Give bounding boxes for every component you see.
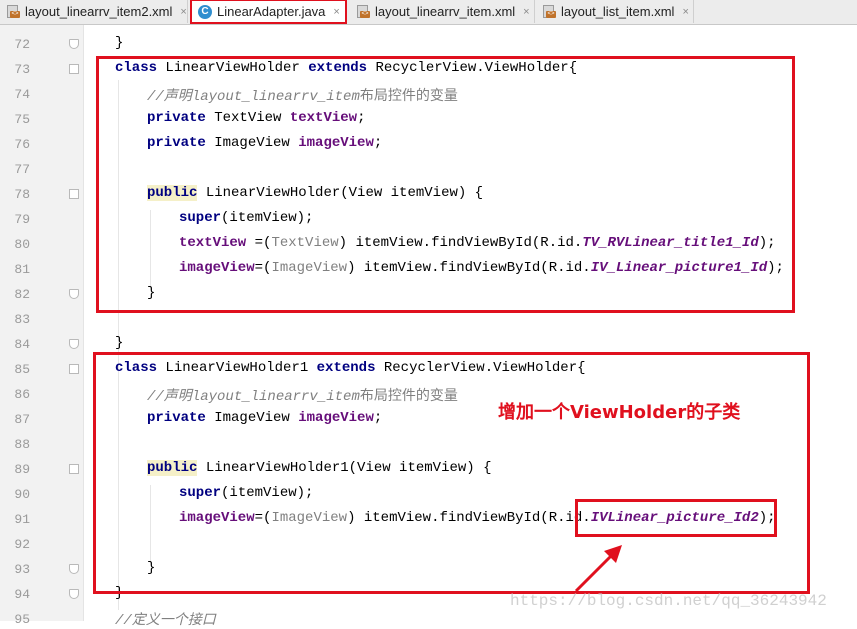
line-number: 93 — [14, 562, 30, 577]
line-number: 76 — [14, 137, 30, 152]
line-number: 95 — [14, 612, 30, 627]
line-number: 92 — [14, 537, 30, 552]
close-icon[interactable]: × — [523, 6, 529, 18]
tab-linear-adapter[interactable]: C LinearAdapter.java × — [190, 0, 347, 24]
line-number: 75 — [14, 112, 30, 127]
fold-start-icon[interactable] — [69, 64, 79, 74]
tab-label: layout_list_item.xml — [561, 4, 675, 19]
fold-end-icon[interactable] — [69, 589, 79, 599]
fold-start-icon[interactable] — [69, 189, 79, 199]
close-icon[interactable]: × — [180, 6, 186, 18]
tab-label: layout_linearrv_item.xml — [375, 4, 516, 19]
watermark: https://blog.csdn.net/qq_36243942 — [510, 592, 827, 610]
close-icon[interactable]: × — [333, 6, 339, 18]
line-number: 83 — [14, 312, 30, 327]
fold-end-icon[interactable] — [69, 39, 79, 49]
line-number: 73 — [14, 62, 30, 77]
line-number: 81 — [14, 262, 30, 277]
line-number: 87 — [14, 412, 30, 427]
xml-file-icon: <> — [542, 4, 556, 19]
line-number: 89 — [14, 462, 30, 477]
line-number: 80 — [14, 237, 30, 252]
line-number: 82 — [14, 287, 30, 302]
fold-start-icon[interactable] — [69, 364, 79, 374]
line-number: 79 — [14, 212, 30, 227]
tab-layout-linearrv-item[interactable]: <> layout_linearrv_item.xml × — [350, 0, 535, 23]
tab-layout-linearrv-item2[interactable]: <> layout_linearrv_item2.xml × — [0, 0, 188, 23]
highlight-box-id — [575, 499, 777, 537]
xml-file-icon: <> — [356, 4, 370, 19]
code-line-95: //定义一个接口 — [115, 613, 216, 629]
editor-gutter: 72 73 74 75 76 77 78 79 80 81 82 83 84 8… — [0, 25, 83, 627]
line-number: 94 — [14, 587, 30, 602]
tab-layout-list-item[interactable]: <> layout_list_item.xml × — [536, 0, 694, 23]
line-number: 91 — [14, 512, 30, 527]
code-line-84: } — [115, 335, 124, 351]
line-number: 86 — [14, 387, 30, 402]
gutter-separator — [83, 25, 84, 621]
highlight-box-viewholder — [96, 56, 795, 313]
line-number: 72 — [14, 37, 30, 52]
tab-label: layout_linearrv_item2.xml — [25, 4, 173, 19]
java-class-icon: C — [198, 4, 212, 19]
line-number: 74 — [14, 87, 30, 102]
line-number: 78 — [14, 187, 30, 202]
fold-start-icon[interactable] — [69, 464, 79, 474]
fold-end-icon[interactable] — [69, 564, 79, 574]
editor-tab-bar: <> layout_linearrv_item2.xml × C LinearA… — [0, 0, 857, 25]
tab-label: LinearAdapter.java — [217, 4, 326, 19]
fold-end-icon[interactable] — [69, 289, 79, 299]
code-line-72: } — [115, 35, 124, 51]
line-number: 85 — [14, 362, 30, 377]
line-number: 84 — [14, 337, 30, 352]
annotation-text: 增加一个ViewHolder的子类 — [498, 402, 741, 423]
line-number: 77 — [14, 162, 30, 177]
line-number: 88 — [14, 437, 30, 452]
xml-file-icon: <> — [6, 4, 20, 19]
fold-end-icon[interactable] — [69, 339, 79, 349]
line-number: 90 — [14, 487, 30, 502]
close-icon[interactable]: × — [682, 6, 688, 18]
highlight-box-viewholder1 — [93, 352, 810, 594]
